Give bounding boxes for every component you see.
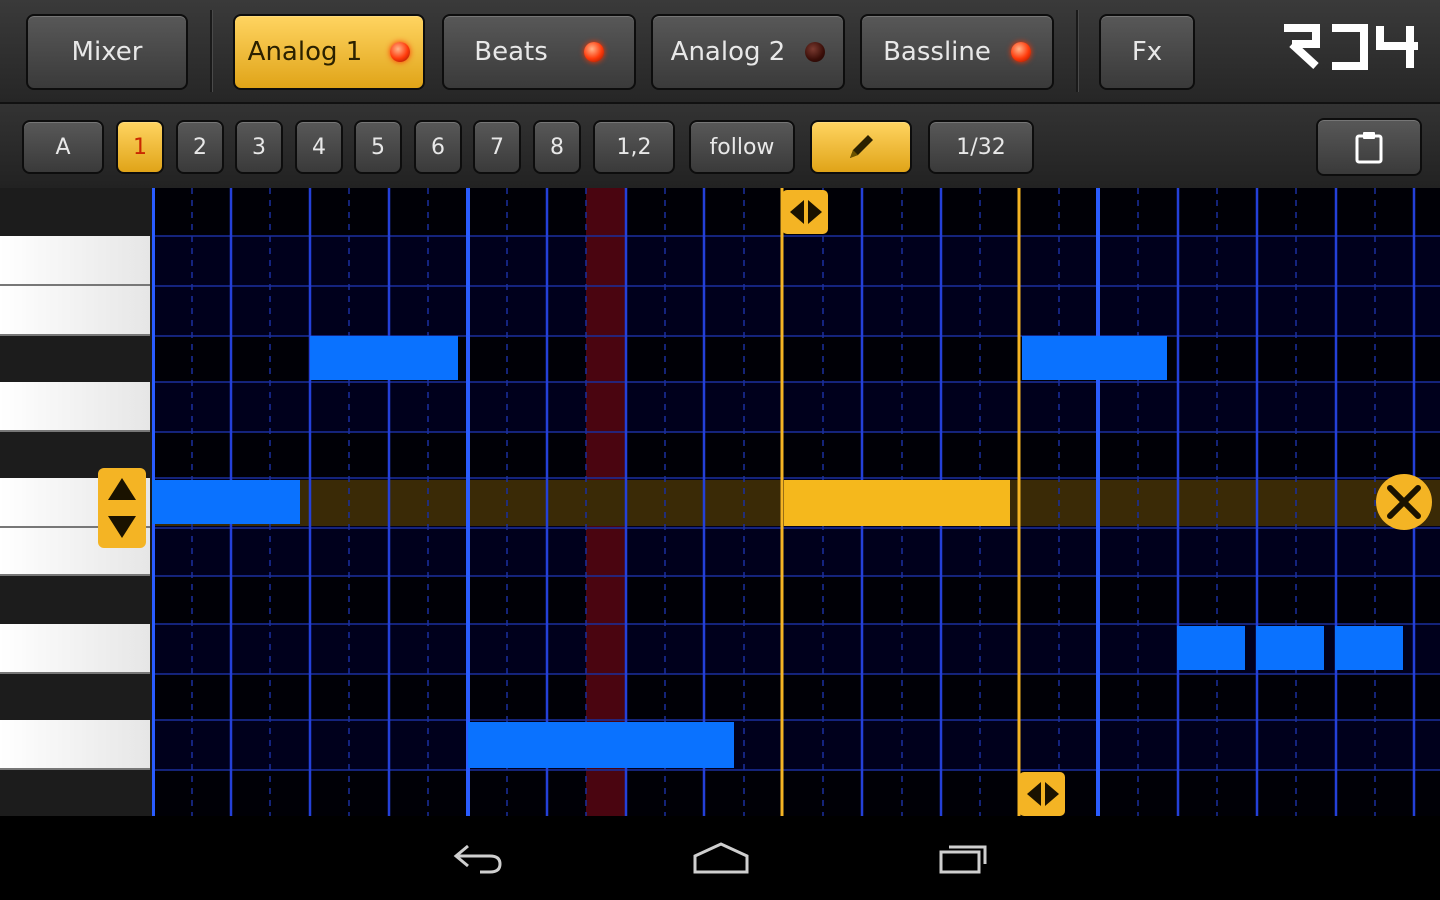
button-label: 3 <box>252 134 266 160</box>
piano-key-black[interactable] <box>0 576 150 624</box>
note-block[interactable] <box>152 480 300 524</box>
resolution-button[interactable]: 1/32 <box>928 120 1034 174</box>
clipboard-icon <box>1355 132 1383 164</box>
piano-key-white[interactable] <box>0 382 150 432</box>
pencil-mode-button[interactable] <box>810 120 912 174</box>
piano-key-white[interactable] <box>0 624 150 674</box>
tab-label: Fx <box>1131 37 1163 67</box>
button-label: A <box>55 134 71 160</box>
led-indicator-icon <box>1010 42 1031 62</box>
tab-mixer[interactable]: Mixer <box>26 14 188 90</box>
pattern-toolbar: A 1 2 3 4 5 6 7 8 1,2 follow 1/32 <box>0 104 1440 190</box>
note-block[interactable] <box>1335 626 1403 670</box>
app-logo <box>1280 22 1422 84</box>
button-label: 1,2 <box>616 134 652 160</box>
led-indicator-icon <box>583 42 604 62</box>
tab-label: Mixer <box>71 37 143 67</box>
pattern-button-3[interactable]: 3 <box>235 120 283 174</box>
range-start-handle[interactable] <box>782 190 828 234</box>
button-label: 4 <box>312 134 326 160</box>
button-label: 1 <box>133 134 147 160</box>
instrument-tab-bar: Mixer Analog 1 Beats Analog 2 Bassline F… <box>0 0 1440 104</box>
follow-button[interactable]: follow <box>689 120 795 174</box>
back-icon <box>453 844 502 874</box>
pattern-button-5[interactable]: 5 <box>354 120 402 174</box>
pattern-button-1[interactable]: 1 <box>116 120 164 174</box>
note-block[interactable] <box>1256 626 1324 670</box>
note-block[interactable] <box>1177 626 1245 670</box>
tab-analog-1[interactable]: Analog 1 <box>233 14 425 90</box>
recent-apps-button[interactable] <box>934 838 996 878</box>
led-indicator-icon <box>805 42 826 62</box>
tab-label: Analog 2 <box>670 37 786 67</box>
tab-label: Analog 1 <box>247 37 363 67</box>
piano-roll-canvas[interactable] <box>152 188 1440 816</box>
system-navigation-bar <box>0 816 1440 900</box>
range-end-handle[interactable] <box>1019 772 1065 816</box>
pattern-button-7[interactable]: 7 <box>473 120 521 174</box>
piano-key-black[interactable] <box>0 188 150 236</box>
button-label: 8 <box>550 134 564 160</box>
home-icon <box>693 842 749 874</box>
led-indicator-icon <box>390 42 411 62</box>
tab-label: Bassline <box>883 37 991 67</box>
pattern-button-4[interactable]: 4 <box>295 120 343 174</box>
rd4-logo-icon <box>1284 24 1418 70</box>
home-button[interactable] <box>688 838 754 878</box>
pattern-button-1-2[interactable]: 1,2 <box>593 120 675 174</box>
button-label: 6 <box>431 134 445 160</box>
selected-note-block[interactable] <box>784 480 1010 526</box>
button-label: 7 <box>490 134 504 160</box>
piano-key-white[interactable] <box>0 236 150 286</box>
tab-bassline[interactable]: Bassline <box>860 14 1054 90</box>
clipboard-button[interactable] <box>1316 118 1422 176</box>
button-label: 1/32 <box>956 134 1006 160</box>
button-label: 5 <box>371 134 385 160</box>
row-scroll-handle[interactable] <box>98 468 146 548</box>
pencil-icon <box>850 135 873 158</box>
tab-divider <box>210 10 213 92</box>
tab-divider <box>1076 10 1079 92</box>
pattern-button-8[interactable]: 8 <box>533 120 581 174</box>
button-label: 2 <box>193 134 207 160</box>
piano-roll-grid[interactable] <box>152 188 1440 816</box>
piano-key-black[interactable] <box>0 336 150 382</box>
note-block[interactable] <box>468 722 734 768</box>
piano-key-black[interactable] <box>0 674 150 720</box>
piano-key-white[interactable] <box>0 286 150 336</box>
note-block[interactable] <box>310 336 458 380</box>
note-block[interactable] <box>1022 336 1167 380</box>
delete-row-button[interactable] <box>1376 474 1432 530</box>
piano-key-white[interactable] <box>0 720 150 770</box>
pattern-button-6[interactable]: 6 <box>414 120 462 174</box>
pattern-button-a[interactable]: A <box>22 120 104 174</box>
piano-key-black[interactable] <box>0 770 150 816</box>
tab-analog-2[interactable]: Analog 2 <box>651 14 845 90</box>
back-button[interactable] <box>448 838 508 878</box>
recent-apps-icon <box>939 845 987 874</box>
tab-beats[interactable]: Beats <box>442 14 636 90</box>
pattern-button-2[interactable]: 2 <box>176 120 224 174</box>
tab-label: Beats <box>474 37 548 67</box>
button-label: follow <box>709 134 775 160</box>
tab-fx[interactable]: Fx <box>1099 14 1195 90</box>
up-down-arrows-icon <box>98 468 146 548</box>
